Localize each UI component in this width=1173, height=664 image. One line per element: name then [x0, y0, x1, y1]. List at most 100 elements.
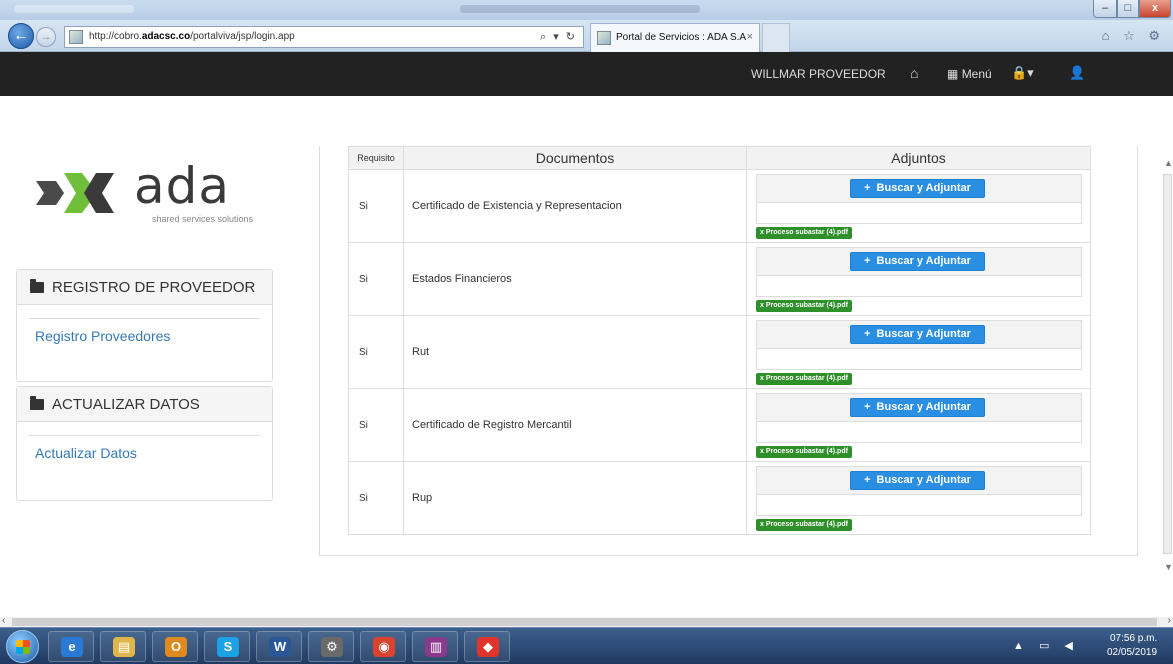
cell-adjuntos: + Buscar y Adjuntar x Proceso subastar (4)… [746, 169, 1091, 243]
remove-file-icon[interactable]: x [760, 375, 764, 382]
taskbar-skype-button[interactable]: S [204, 631, 250, 662]
favicon-icon [597, 31, 611, 45]
buscar-adjuntar-button[interactable]: + Buscar y Adjuntar [850, 252, 985, 271]
titlebar-blur [14, 5, 134, 13]
home-icon[interactable]: ⌂ [910, 65, 918, 81]
buscar-adjuntar-button[interactable]: + Buscar y Adjuntar [850, 179, 985, 198]
address-url[interactable]: http://cobro.adacsc.co/portalviva/jsp/lo… [89, 31, 295, 42]
table-row: Si Estados Financieros + Buscar y Adjuntar x… [348, 242, 1091, 316]
favicon-icon [69, 30, 83, 44]
folder-icon [30, 396, 44, 410]
panel-registro: REGISTRO DE PROVEEDOR Registro Proveedor… [16, 269, 273, 382]
button-label: Buscar y Adjuntar [876, 474, 971, 486]
minimize-button[interactable]: – [1093, 0, 1117, 18]
remove-file-icon[interactable]: x [760, 302, 764, 309]
cell-requisito: Si [348, 242, 404, 316]
attach-toolbar: + Buscar y Adjuntar [757, 394, 1081, 422]
attach-box: + Buscar y Adjuntar [756, 393, 1082, 443]
browser-navbar: ← → http://cobro.adacsc.co/portalviva/js… [0, 20, 1173, 52]
clock-time[interactable]: 07:56 p.m. [1110, 633, 1157, 644]
scroll-up-icon[interactable]: ▲ [1164, 158, 1173, 168]
header-requisito: Requisito [348, 146, 404, 170]
menu-button[interactable]: ▦ Menú [947, 67, 992, 81]
search-refresh-icons[interactable]: ⌕ ▾ ↻ [540, 30, 577, 44]
taskbar-file-explorer-button[interactable]: ▤ [100, 631, 146, 662]
taskbar-chrome-button[interactable]: ◉ [360, 631, 406, 662]
titlebar-blur [460, 5, 700, 13]
maximize-button[interactable]: □ [1117, 0, 1139, 18]
skype-icon: S [217, 637, 239, 657]
anydesk-icon: ◆ [477, 637, 499, 657]
taskbar-anydesk-button[interactable]: ◆ [464, 631, 510, 662]
panel-actualizar: ACTUALIZAR DATOS Actualizar Datos [16, 386, 273, 501]
tab-close-icon[interactable]: × [747, 31, 753, 43]
panel-title: REGISTRO DE PROVEEDOR [52, 279, 256, 296]
scroll-thumb[interactable] [1163, 174, 1172, 554]
attach-box: + Buscar y Adjuntar [756, 320, 1082, 370]
lock-icon[interactable]: 🔒▾ [1011, 65, 1034, 81]
forward-button[interactable]: → [36, 27, 56, 47]
button-label: Buscar y Adjuntar [876, 328, 971, 340]
link-registro-proveedores[interactable]: Registro Proveedores [35, 328, 170, 344]
close-window-button[interactable]: x [1139, 0, 1171, 18]
panel-title: ACTUALIZAR DATOS [52, 396, 200, 413]
site-header: WILLMAR PROVEEDOR ⌂ ▦ Menú 🔒▾ 👤 [0, 52, 1173, 96]
taskbar-internet-explorer-button[interactable]: e [48, 631, 94, 662]
scroll-left-icon[interactable]: ‹ [2, 615, 5, 626]
cell-documento: Certificado de Existencia y Representaci… [403, 169, 747, 243]
home-favorites-settings-icons[interactable]: ⌂ ☆ ⚙ [1102, 28, 1165, 44]
taskbar-word-button[interactable]: W [256, 631, 302, 662]
new-tab-button[interactable] [762, 23, 790, 52]
documents-table: Requisito Documentos Adjuntos Si Certific… [348, 146, 1091, 535]
ada-logo-mark [36, 173, 114, 213]
browser-tab[interactable]: Portal de Servicios : ADA S.A × [590, 23, 760, 52]
header-adjuntos: Adjuntos [746, 146, 1091, 170]
attached-file-badge[interactable]: x Proceso subastar (4).pdf [756, 373, 852, 385]
attached-file-badge[interactable]: x Proceso subastar (4).pdf [756, 446, 852, 458]
user-icon[interactable]: 👤 [1069, 65, 1085, 81]
scroll-thumb[interactable] [12, 618, 1157, 626]
start-button[interactable] [6, 630, 39, 663]
system-tray-icons[interactable]: ▲ ▭ ◀ [1013, 639, 1079, 652]
divider [29, 435, 260, 436]
attach-toolbar: + Buscar y Adjuntar [757, 321, 1081, 349]
ada-logo: ada shared services solutions [34, 157, 264, 233]
attached-file-badge[interactable]: x Proceso subastar (4).pdf [756, 519, 852, 531]
attach-toolbar: + Buscar y Adjuntar [757, 175, 1081, 203]
file-name: Proceso subastar (4).pdf [765, 229, 848, 236]
cell-requisito: Si [348, 388, 404, 462]
address-bar[interactable]: http://cobro.adacsc.co/portalviva/jsp/lo… [64, 26, 584, 48]
scroll-down-icon[interactable]: ▼ [1164, 562, 1173, 572]
outlook-icon: O [165, 637, 187, 657]
attach-toolbar: + Buscar y Adjuntar [757, 248, 1081, 276]
cell-documento: Estados Financieros [403, 242, 747, 316]
remove-file-icon[interactable]: x [760, 448, 764, 455]
remove-file-icon[interactable]: x [760, 521, 764, 528]
button-label: Buscar y Adjuntar [876, 182, 971, 194]
link-actualizar-datos[interactable]: Actualizar Datos [35, 445, 137, 461]
tab-title: Portal de Servicios : ADA S.A [616, 32, 747, 43]
attached-file-badge[interactable]: x Proceso subastar (4).pdf [756, 227, 852, 239]
scroll-right-icon[interactable]: › [1168, 615, 1171, 626]
buscar-adjuntar-button[interactable]: + Buscar y Adjuntar [850, 398, 985, 417]
user-name[interactable]: WILLMAR PROVEEDOR [751, 67, 886, 81]
clock-date[interactable]: 02/05/2019 [1107, 647, 1157, 658]
attached-file-badge[interactable]: x Proceso subastar (4).pdf [756, 300, 852, 312]
remove-file-icon[interactable]: x [760, 229, 764, 236]
taskbar-outlook-button[interactable]: O [152, 631, 198, 662]
back-button[interactable]: ← [8, 23, 34, 49]
table-header-row: Requisito Documentos Adjuntos [348, 146, 1091, 170]
chrome-icon: ◉ [373, 637, 395, 657]
button-label: Buscar y Adjuntar [876, 401, 971, 413]
taskbar-winrar-button[interactable]: ▥ [412, 631, 458, 662]
plus-icon: + [864, 401, 871, 413]
buscar-adjuntar-button[interactable]: + Buscar y Adjuntar [850, 471, 985, 490]
vertical-scrollbar[interactable]: ▲ ▼ [1161, 96, 1173, 616]
plus-icon: + [864, 182, 871, 194]
file-name: Proceso subastar (4).pdf [765, 521, 848, 528]
buscar-adjuntar-button[interactable]: + Buscar y Adjuntar [850, 325, 985, 344]
cell-adjuntos: + Buscar y Adjuntar x Proceso subastar (4)… [746, 242, 1091, 316]
horizontal-scrollbar[interactable]: ‹ › [0, 615, 1173, 627]
file-name: Proceso subastar (4).pdf [765, 302, 848, 309]
taskbar-settings-button[interactable]: ⚙ [308, 631, 354, 662]
